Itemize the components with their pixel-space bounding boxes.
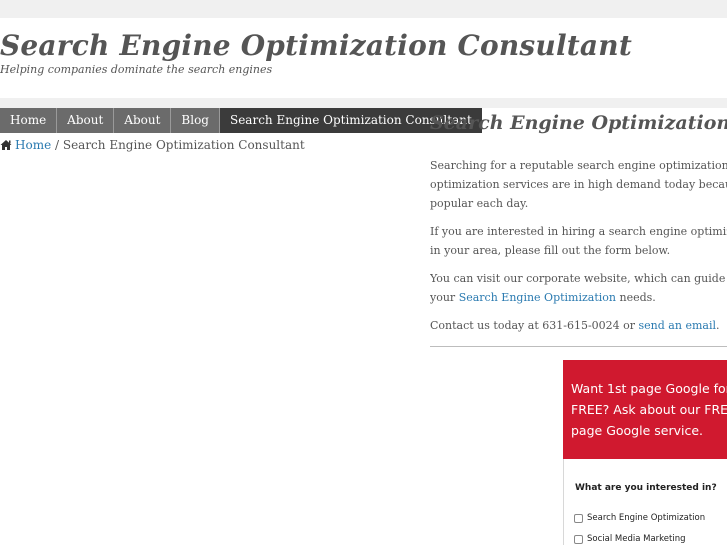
content-divider	[430, 346, 727, 347]
seo-checkbox[interactable]	[574, 513, 583, 523]
top-strip	[0, 0, 727, 18]
contact-prefix: Contact us today at 631-615-0024 or	[430, 319, 639, 332]
hiring-line-2: in your area, please fill out the form b…	[430, 244, 671, 257]
breadcrumb-current: Search Engine Optimization Consultant	[62, 138, 305, 152]
cta-banner[interactable]: Want 1st page Google for FREE? Ask about…	[563, 360, 727, 459]
website-line-1: You can visit our corporate website, whi…	[430, 272, 727, 285]
main-content: Search Engine Optimization C Searching f…	[430, 108, 727, 358]
contact-paragraph: Contact us today at 631-615-0024 or send…	[430, 316, 719, 335]
nav-item-blog[interactable]: Blog	[171, 108, 220, 133]
send-email-link[interactable]: send an email	[639, 319, 716, 332]
intro-line-1: Searching for a reputable search engine …	[430, 159, 727, 172]
seo-link[interactable]: Search Engine Optimization	[459, 291, 616, 304]
breadcrumb-home-link[interactable]: Home	[15, 138, 51, 152]
main-nav: Home About About Blog Search Engine Opti…	[0, 108, 482, 133]
website-paragraph: You can visit our corporate website, whi…	[430, 269, 727, 307]
form-heading: What are you interested in?	[575, 483, 717, 493]
hiring-line-1: If you are interested in hiring a search…	[430, 225, 727, 238]
nav-item-about-2[interactable]: About	[114, 108, 172, 133]
website-line-2: your Search Engine Optimization needs.	[430, 288, 727, 307]
site-title[interactable]: Search Engine Optimization Consultant	[0, 29, 632, 62]
site-tagline: Helping companies dominate the search en…	[0, 63, 273, 76]
interest-form: What are you interested in? Search Engin…	[563, 459, 727, 545]
cta-line-1: Want 1st page Google for	[571, 381, 727, 396]
nav-item-about[interactable]: About	[57, 108, 115, 133]
cta-line-3: page Google service.	[571, 423, 703, 438]
option-social-media-label: Social Media Marketing	[587, 534, 686, 544]
intro-paragraph: Searching for a reputable search engine …	[430, 156, 727, 213]
nav-item-home[interactable]: Home	[0, 108, 58, 133]
header-band	[0, 98, 727, 108]
cta-line-2: FREE? Ask about our FREE	[571, 402, 727, 417]
contact-suffix: .	[715, 319, 720, 332]
page-title: Search Engine Optimization C	[430, 112, 727, 134]
option-social-media[interactable]: Social Media Marketing	[574, 534, 686, 544]
website-line-2-suffix: needs.	[616, 291, 656, 304]
home-icon	[0, 139, 12, 151]
hiring-paragraph: If you are interested in hiring a search…	[430, 222, 727, 260]
option-seo-label: Search Engine Optimization	[587, 513, 706, 523]
website-line-2-prefix: your	[430, 291, 459, 304]
breadcrumb-separator: /	[51, 138, 63, 152]
intro-line-3: popular each day.	[430, 197, 529, 210]
intro-line-2: optimization services are in high demand…	[430, 178, 727, 191]
breadcrumb: Home / Search Engine Optimization Consul…	[0, 138, 305, 152]
social-media-checkbox[interactable]	[574, 534, 583, 544]
option-seo[interactable]: Search Engine Optimization	[574, 513, 705, 523]
